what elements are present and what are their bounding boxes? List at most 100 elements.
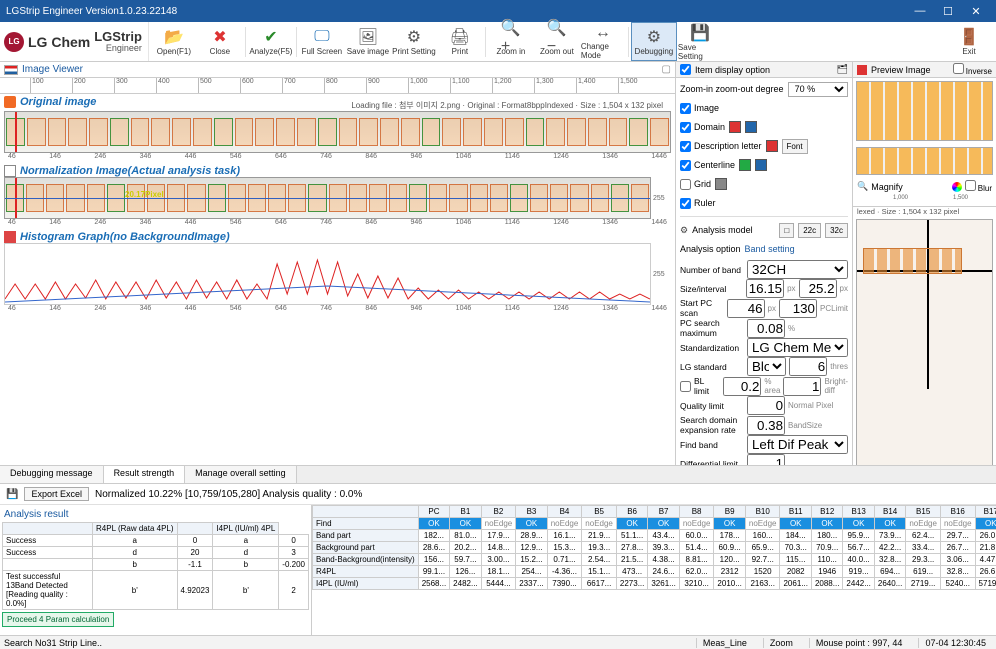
ruler-checkbox[interactable] [680,198,691,209]
original-strip-image[interactable] [4,111,671,153]
dt-col-header: PC [418,506,449,518]
dt-row-label: I4PL (IU/ml) [312,578,418,590]
field-input[interactable] [723,377,761,396]
font-button[interactable]: Font [782,139,808,154]
axis-tick: 846 [365,305,377,315]
centerline-checkbox[interactable] [680,160,691,171]
debugging-button[interactable]: ⚙Debugging [631,22,677,61]
item-display-toggle[interactable] [680,64,691,75]
field-input-2[interactable] [799,279,837,298]
model-btn-32c[interactable]: 32c [825,223,848,238]
normalization-strip-image[interactable]: 20.17Pixel [4,177,651,219]
field-select[interactable]: Block 2+20 [747,357,786,376]
bottom-tab-2[interactable]: Manage overall setting [185,466,297,483]
field-input[interactable] [747,319,785,338]
open-button[interactable]: 📂Open(F1) [151,22,197,61]
bottom-tab-1[interactable]: Result strength [104,466,186,483]
model-btn-1[interactable]: □ [779,223,794,238]
axis-tick: 46 [8,305,16,315]
hist-scale: 255 [653,271,671,278]
field-input[interactable] [747,396,785,415]
grid-checkbox[interactable] [680,179,691,190]
dt-col-header: B12 [811,506,842,518]
dt-cell: 126... [450,566,481,578]
print-button[interactable]: 🖨Print [437,22,483,61]
window-close-button[interactable]: ✕ [962,1,990,21]
export-excel-button[interactable]: Export Excel [24,487,89,501]
palette-icon[interactable]: 🗂 [837,64,848,75]
desc-color[interactable] [766,140,778,152]
debugging-label: Debugging [635,47,674,56]
magnify-view[interactable] [856,219,993,503]
normalized-info: Normalized 10.22% [10,759/105,280] Analy… [95,489,362,500]
axis-tick: 746 [320,219,332,229]
field-select[interactable]: Left Dif Peak + Right Dif Peak [747,435,848,454]
field-input[interactable] [746,279,784,298]
domain-checkbox[interactable] [680,122,691,133]
save-small-icon[interactable]: 💾 [6,489,18,500]
blur-checkbox[interactable] [965,180,976,191]
field-input[interactable] [727,299,765,318]
ruler-tick: 1,300 [534,78,554,93]
zoomin-button[interactable]: 🔍+Zoom in [488,22,534,61]
field-input-2[interactable] [779,299,817,318]
dt-cell: OK [648,518,679,530]
centerline-color-1[interactable] [739,159,751,171]
dt-col-header: B5 [582,506,617,518]
changemode-button[interactable]: ↔Change Mode [580,22,626,61]
printsetting-button[interactable]: ⚙Print Setting [391,22,437,61]
preview-thumbnail-1[interactable] [856,81,993,141]
field-input-2[interactable] [783,377,821,396]
table-row: I4PL (IU/ml)2568...2482...5444...2337...… [312,578,996,590]
exit-button[interactable]: 🚪 Exit [946,22,992,61]
toggle-icon[interactable]: ▢ [662,64,671,75]
dt-cell: 156... [418,554,449,566]
saveimage-button[interactable]: 🖼Save image [345,22,391,61]
inverse-checkbox[interactable] [953,63,964,74]
field-input[interactable] [747,416,785,435]
lt-cell: Test successful 13Band Detected [Reading… [3,571,93,610]
field-input-2[interactable] [789,357,827,376]
table-row: Successd20d3 [3,547,309,559]
close-button[interactable]: ✖Close [197,22,243,61]
proceed-4param-button[interactable]: Proceed 4 Param calculation [2,612,114,627]
fullscreen-button[interactable]: 🖵Full Screen [299,22,345,61]
band-marker [546,118,565,146]
axis-tick: 146 [49,305,61,315]
zoom-degree-select[interactable]: 70 % [788,82,848,97]
magnify-ruler: 1,0001,500 [853,195,996,207]
ruler-tick: 200 [72,78,86,93]
field-select[interactable]: 32CH [747,260,848,279]
dt-cell: 619... [906,566,941,578]
ruler-tick: 500 [198,78,212,93]
field-checkbox[interactable] [680,381,691,392]
window-maximize-button[interactable]: ☐ [934,1,962,21]
dt-col-header: B1 [450,506,481,518]
histogram-graph[interactable] [4,243,651,305]
table-row: Background part28.6...20.2...14.8...12.9… [312,542,996,554]
zoomout-button[interactable]: 🔍−Zoom out [534,22,580,61]
lt-header [3,523,93,535]
window-minimize-button[interactable]: — [906,1,934,21]
domain-color-2[interactable] [745,121,757,133]
analyze-button[interactable]: ✔Analyze(F5) [248,22,294,61]
image-checkbox[interactable] [680,103,691,114]
grid-color[interactable] [715,178,727,190]
ruler-tick: 800 [324,78,338,93]
bottom-tab-0[interactable]: Debugging message [0,466,104,483]
preview-thumbnail-2[interactable] [856,147,993,175]
description-checkbox[interactable] [680,141,691,152]
field-unit-2: thres [830,362,848,371]
table-row: Successa0a0 [3,535,309,547]
dt-cell: 919... [843,566,874,578]
lt-cell: a [93,535,178,547]
centerline-color-2[interactable] [755,159,767,171]
item-display-header: Item display option 🗂 [676,62,852,78]
domain-color-1[interactable] [729,121,741,133]
band-marker [131,118,150,146]
dt-cell: 51.4... [679,542,714,554]
color-wheel-icon[interactable] [952,182,962,192]
model-btn-22c[interactable]: 22c [798,223,821,238]
savesetting-button[interactable]: 💾Save Setting [677,22,723,61]
field-select[interactable]: LG Chem Method [747,338,848,357]
